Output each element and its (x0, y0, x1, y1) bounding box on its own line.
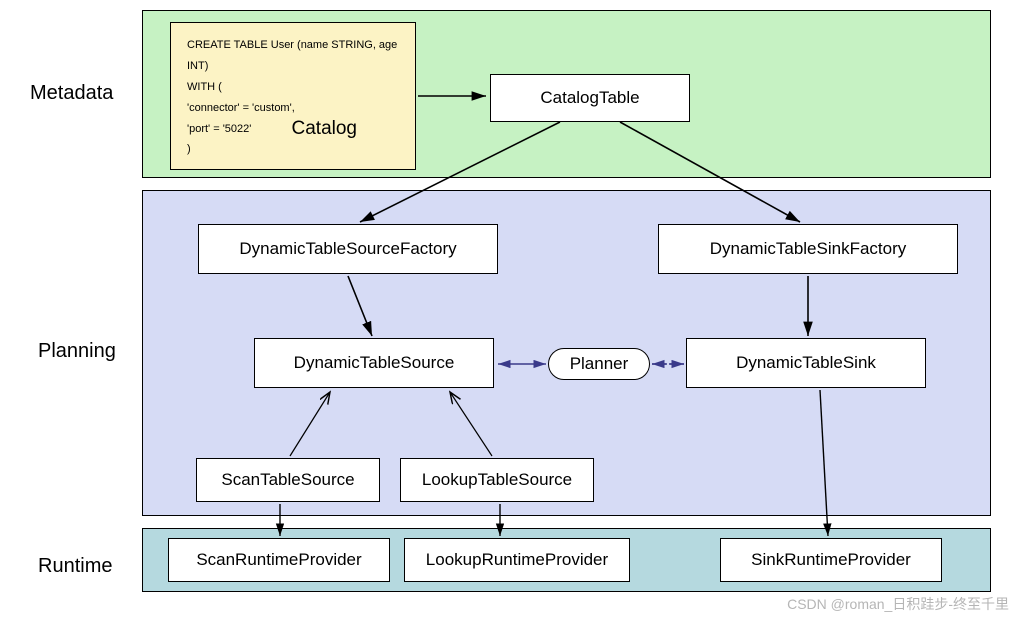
catalog-box: CREATE TABLE User (name STRING, age INT)… (170, 22, 416, 170)
box-lookup-table-source: LookupTableSource (400, 458, 594, 502)
box-table-source: DynamicTableSource (254, 338, 494, 388)
box-scan-runtime: ScanRuntimeProvider (168, 538, 390, 582)
box-sink-runtime: SinkRuntimeProvider (720, 538, 942, 582)
catalog-line2: WITH ( (187, 77, 399, 98)
box-scan-table-source: ScanTableSource (196, 458, 380, 502)
label-planning: Planning (38, 340, 116, 363)
box-table-sink: DynamicTableSink (686, 338, 926, 388)
label-metadata: Metadata (30, 82, 113, 105)
box-lookup-runtime: LookupRuntimeProvider (404, 538, 630, 582)
box-catalog-table: CatalogTable (490, 74, 690, 122)
watermark: CSDN @roman_日积跬步-终至千里 (787, 594, 1009, 614)
box-sink-factory: DynamicTableSinkFactory (658, 224, 958, 274)
catalog-line1: CREATE TABLE User (name STRING, age INT) (187, 35, 399, 77)
box-source-factory: DynamicTableSourceFactory (198, 224, 498, 274)
label-runtime: Runtime (38, 555, 112, 578)
catalog-title: Catalog (292, 111, 358, 147)
planner: Planner (548, 348, 650, 380)
